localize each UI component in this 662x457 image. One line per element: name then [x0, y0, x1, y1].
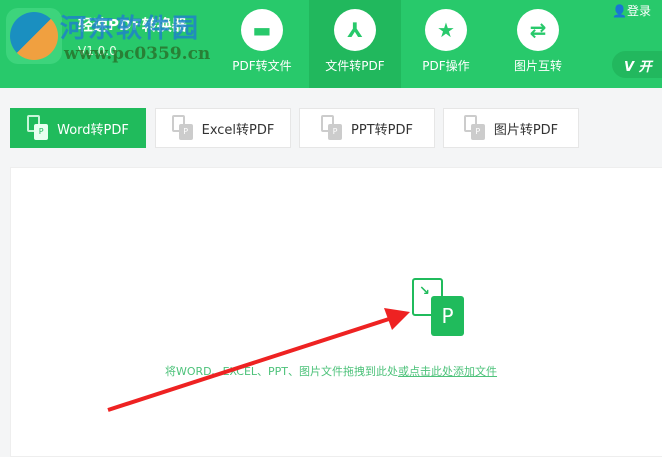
- annotation-arrow: [107, 308, 410, 412]
